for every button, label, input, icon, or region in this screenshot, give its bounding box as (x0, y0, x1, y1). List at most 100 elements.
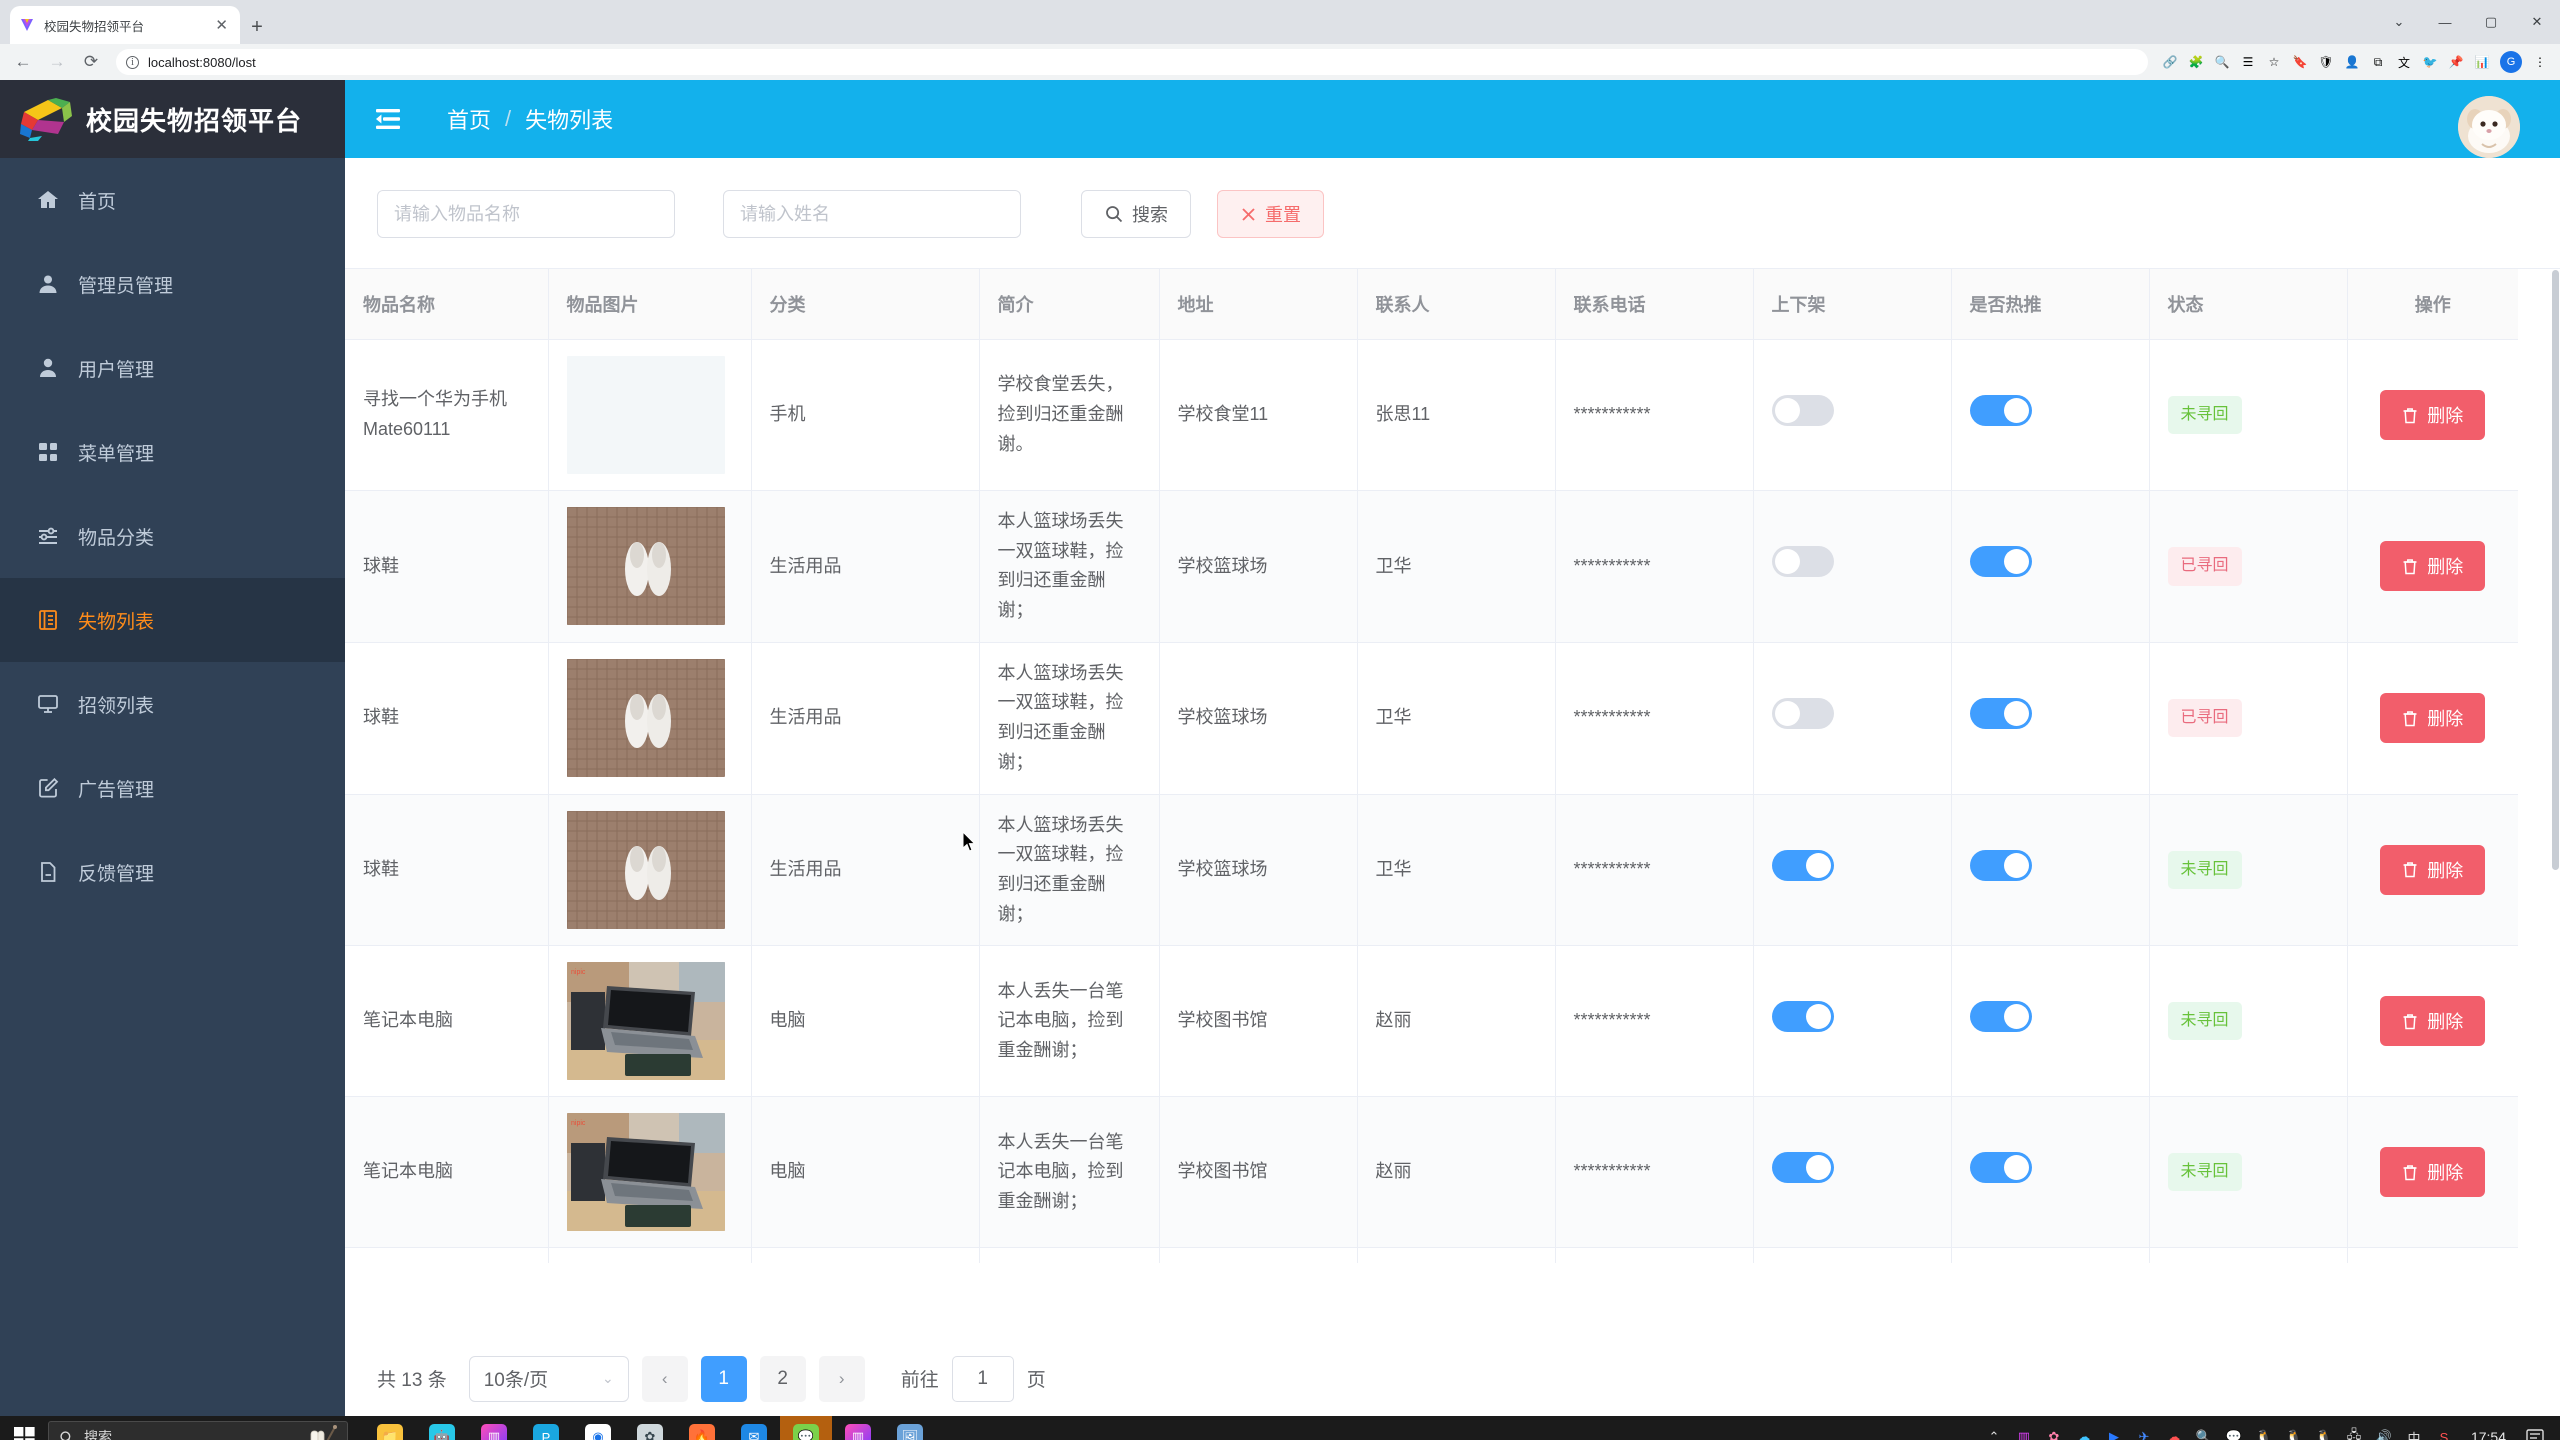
colorful-app-icon[interactable]: ▥ (468, 1416, 520, 1440)
pagination-jump-input[interactable] (951, 1355, 1014, 1402)
search-input-item-name[interactable] (377, 190, 675, 238)
close-icon[interactable]: ✕ (211, 16, 232, 34)
thunderbird-icon[interactable]: ✉ (728, 1416, 780, 1440)
cloud-icon[interactable]: ☁ (2159, 1416, 2189, 1440)
table-row[interactable]: 寻找一个华为手机Mate60111 手机 学校食堂丢失，捡到归还重金酬谢。 学校食堂1… (345, 339, 2518, 491)
sidebar-item-item-category[interactable]: 物品分类 (0, 494, 345, 578)
link-icon[interactable]: 🔗 (2158, 50, 2182, 74)
qq-icon[interactable]: 🐧 (2309, 1416, 2339, 1440)
sidebar-item-feedback-management[interactable]: 反馈管理 (0, 830, 345, 914)
volume-icon[interactable]: 🔊 (2369, 1416, 2399, 1440)
search-orange-icon[interactable]: 🔍 (2189, 1416, 2219, 1440)
breadcrumb-home[interactable]: 首页 (447, 103, 491, 135)
notification-icon[interactable] (2518, 1416, 2552, 1440)
new-tab-button[interactable]: + (240, 10, 274, 44)
qq-icon[interactable]: 🐧 (2249, 1416, 2279, 1440)
copy-icon[interactable]: ⧉ (2366, 50, 2390, 74)
address-bar[interactable]: i localhost:8080/lost (116, 49, 2148, 75)
delete-button[interactable]: 删除 (2380, 390, 2486, 440)
windows-icon[interactable] (0, 1416, 48, 1440)
network-icon[interactable]: 🖧 (2339, 1416, 2369, 1440)
browser-menu-icon[interactable]: ⋮ (2528, 50, 2552, 74)
tim-icon[interactable]: ✈ (2129, 1416, 2159, 1440)
item-image-shoes[interactable] (566, 507, 725, 626)
profile-avatar[interactable]: G (2500, 51, 2522, 73)
hot-toggle[interactable] (1969, 546, 2032, 578)
media-icon[interactable]: ▶ (2099, 1416, 2129, 1440)
pagination-page-1[interactable]: 1 (700, 1355, 747, 1402)
logo-area[interactable]: 校园失物招领平台 (0, 80, 345, 158)
delete-button[interactable]: 删除 (2380, 541, 2486, 592)
search-input-person-name[interactable] (723, 190, 1021, 238)
back-icon[interactable]: ← (8, 47, 38, 77)
listed-toggle[interactable] (1771, 394, 1834, 426)
table-row[interactable]: 球鞋 生活用品 本人篮球场丢失一双篮球鞋，捡到归还重金酬谢； 学校篮球场 卫华 *****… (345, 642, 2518, 795)
hot-toggle[interactable] (1969, 394, 2032, 426)
maximize-icon[interactable]: ▢ (2468, 0, 2514, 44)
forward-icon[interactable]: → (42, 47, 72, 77)
sidebar-item-user-management[interactable]: 用户管理 (0, 326, 345, 410)
table-row[interactable]: 球鞋 生活用品 本人篮球场丢失一双篮球鞋，捡到归还重金酬谢； 学校篮球场 卫华 *****… (345, 794, 2518, 947)
hot-toggle[interactable] (1969, 697, 2032, 729)
item-image-laptop[interactable]: nipic (566, 962, 725, 1081)
translate-icon[interactable]: 文 (2392, 50, 2416, 74)
editor-icon[interactable]: ▥ (832, 1416, 884, 1440)
item-image-shoes[interactable] (566, 810, 725, 929)
browser-tab[interactable]: 校园失物招领平台 ✕ (10, 6, 240, 44)
shield-icon[interactable]: 🛡 (2314, 50, 2338, 74)
star-icon[interactable]: ☆ (2262, 50, 2286, 74)
steam-icon[interactable]: ✿ (624, 1416, 676, 1440)
delete-button[interactable]: 删除 (2380, 996, 2486, 1047)
bird-icon[interactable]: 🐦 (2418, 50, 2442, 74)
delete-button[interactable]: 删除 (2380, 1147, 2486, 1198)
person-icon[interactable]: 👤 (2340, 50, 2364, 74)
table-row[interactable]: nipicwww.nipic.COM 学校食堂丢失一个华为Mate60 删除 (345, 1247, 2518, 1263)
robot-app-icon[interactable]: 🤖 (416, 1416, 468, 1440)
reset-button[interactable]: 重置 (1217, 190, 1324, 238)
delete-button[interactable]: 删除 (2380, 844, 2486, 895)
sidebar-item-found-list[interactable]: 招领列表 (0, 662, 345, 746)
pagination-next-button[interactable]: › (818, 1355, 865, 1402)
reload-icon[interactable]: ⟳ (76, 47, 106, 77)
listed-toggle[interactable] (1771, 849, 1834, 881)
search-button[interactable]: 搜索 (1081, 190, 1191, 238)
chrome-icon[interactable]: ◉ (572, 1416, 624, 1440)
qq-icon[interactable]: 🐧 (2279, 1416, 2309, 1440)
taskbar-search-box[interactable]: 搜索 (48, 1421, 348, 1440)
window-close-icon[interactable]: ✕ (2514, 0, 2560, 44)
table-row[interactable]: 笔记本电脑 nipic 电脑 本人丢失一台笔记本电脑，捡到重金酬谢； 学校图书馆 赵丽 **… (345, 945, 2518, 1098)
pdf-app-icon[interactable]: P (520, 1416, 572, 1440)
avatar[interactable] (2458, 96, 2520, 158)
ime-indicator[interactable]: 中 (2399, 1416, 2429, 1440)
item-image-shoes[interactable] (566, 659, 725, 778)
file-explorer-icon[interactable]: 📁 (364, 1416, 416, 1440)
delete-button[interactable]: 删除 (2380, 693, 2486, 744)
bookmark-icon[interactable]: 🔖 (2288, 50, 2312, 74)
item-image-laptop[interactable]: nipic (566, 1113, 725, 1232)
listed-toggle[interactable] (1771, 546, 1834, 578)
table-row[interactable]: 笔记本电脑 nipic 电脑 本人丢失一台笔记本电脑，捡到重金酬谢； 学校图书馆 赵丽 **… (345, 1096, 2518, 1249)
hot-toggle[interactable] (1969, 849, 2032, 881)
sogou-icon[interactable]: S (2429, 1416, 2459, 1440)
list-icon[interactable]: ☰ (2236, 50, 2260, 74)
sidebar-item-lost-list[interactable]: 失物列表 (0, 578, 345, 662)
hot-toggle[interactable] (1969, 1000, 2032, 1032)
zoom-icon[interactable]: 🔍 (2210, 50, 2234, 74)
table-row[interactable]: 球鞋 生活用品 本人篮球场丢失一双篮球鞋，捡到归还重金酬谢； 学校篮球场 卫华 *****… (345, 490, 2518, 643)
pin-icon[interactable]: 📌 (2444, 50, 2468, 74)
listed-toggle[interactable] (1771, 1000, 1834, 1032)
wechat-icon[interactable]: 💬 (2219, 1416, 2249, 1440)
pagination-prev-button[interactable]: ‹ (641, 1355, 688, 1402)
sidebar-item-ad-management[interactable]: 广告管理 (0, 746, 345, 830)
listed-toggle[interactable] (1771, 1151, 1834, 1183)
sidebar-item-menu-management[interactable]: 菜单管理 (0, 410, 345, 494)
pagination-page-2[interactable]: 2 (759, 1355, 806, 1402)
hot-toggle[interactable] (1969, 1151, 2032, 1183)
wechat-icon[interactable]: 💬 (780, 1416, 832, 1440)
tray-expand-icon[interactable]: ⌃ (1979, 1416, 2009, 1440)
taskbar-clock[interactable]: 17:54 (2459, 1429, 2518, 1440)
table-scrollbar-thumb[interactable] (2552, 270, 2559, 870)
photos-icon[interactable]: 🖼 (884, 1416, 936, 1440)
listed-toggle[interactable] (1771, 697, 1834, 729)
firefox-icon[interactable]: 🔥 (676, 1416, 728, 1440)
